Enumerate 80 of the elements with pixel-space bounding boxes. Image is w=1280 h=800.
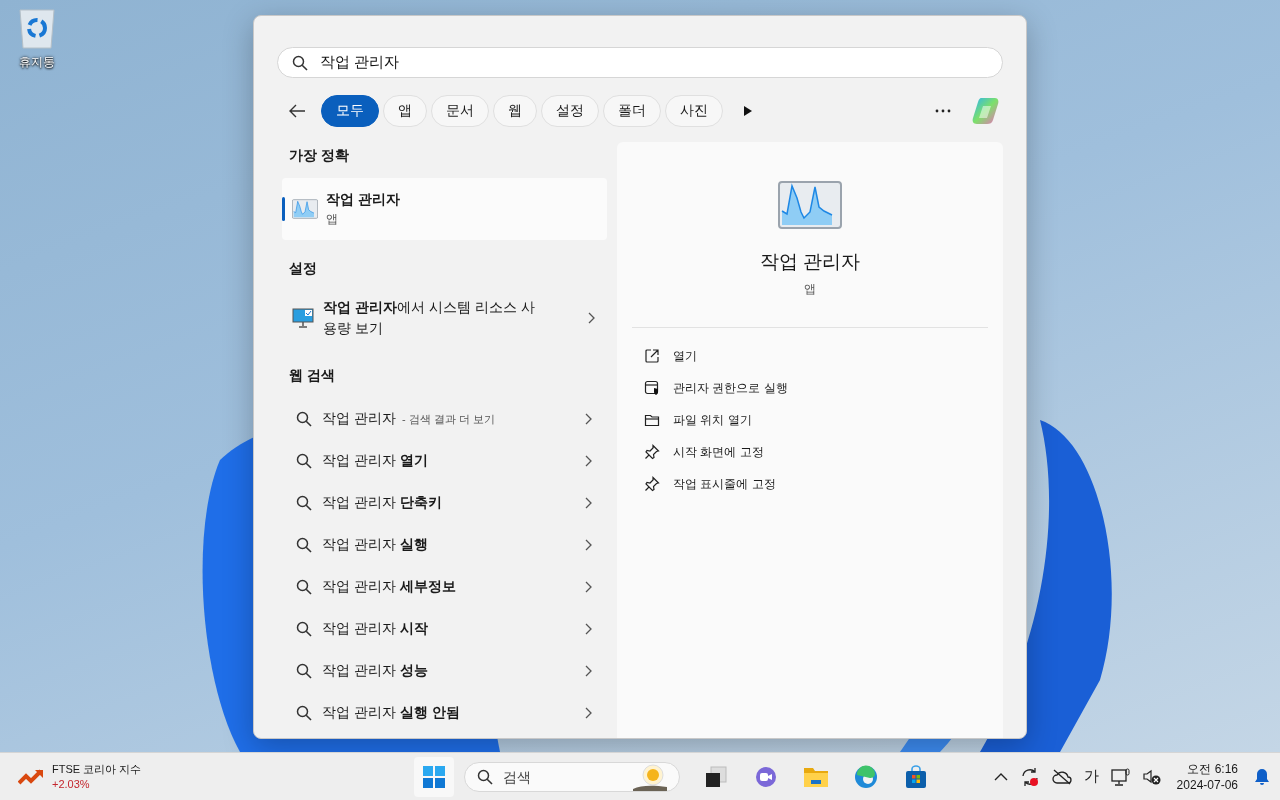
action-item[interactable]: 파일 위치 열기 bbox=[632, 404, 988, 436]
filter-tab[interactable]: 웹 bbox=[493, 95, 537, 127]
chevron-right-icon bbox=[584, 539, 592, 551]
chevron-right-icon bbox=[584, 665, 592, 677]
more-results-hint: - 검색 결과 더 보기 bbox=[401, 411, 495, 427]
result-type: 앱 bbox=[326, 210, 339, 228]
chevron-right-icon bbox=[587, 312, 595, 324]
action-item[interactable]: 관리자 권한으로 실행 bbox=[632, 372, 988, 404]
filter-tab[interactable]: 사진 bbox=[665, 95, 723, 127]
taskbar-search-input[interactable]: 검색 bbox=[503, 768, 623, 785]
task-manager-icon bbox=[292, 199, 318, 219]
clock[interactable]: 오전 6:16 2024-07-06 bbox=[1172, 760, 1242, 793]
web-search-suggestion[interactable]: 작업 관리자 세부정보 bbox=[322, 578, 456, 596]
chat-icon[interactable] bbox=[754, 764, 778, 789]
search-icon bbox=[296, 453, 312, 469]
pin-icon bbox=[644, 476, 660, 492]
filter-tab[interactable]: 설정 bbox=[541, 95, 599, 127]
search-icon bbox=[292, 54, 308, 71]
search-input[interactable]: 작업 관리자 bbox=[320, 54, 988, 71]
filter-tab[interactable]: 모두 bbox=[321, 95, 379, 127]
best-match-result[interactable]: 작업 관리자 앱 bbox=[282, 178, 607, 240]
filter-tab[interactable]: 앱 bbox=[383, 95, 427, 127]
app-type: 앱 bbox=[804, 281, 816, 298]
sync-alert-icon[interactable] bbox=[1019, 766, 1040, 787]
search-icon bbox=[296, 537, 312, 553]
widget-change: +2.03% bbox=[52, 776, 91, 792]
recycle-bin-icon[interactable] bbox=[18, 8, 56, 50]
windows-logo-icon[interactable] bbox=[423, 765, 445, 788]
folder-icon bbox=[644, 412, 660, 428]
sun-landscape-icon bbox=[633, 762, 669, 791]
section-heading: 웹 검색 bbox=[288, 366, 336, 385]
web-search-suggestion[interactable]: 작업 관리자 실행 bbox=[322, 536, 428, 554]
web-search-suggestion[interactable]: 작업 관리자 시작 bbox=[322, 620, 428, 638]
network-monitor-icon[interactable] bbox=[1110, 767, 1131, 786]
search-icon bbox=[296, 495, 312, 511]
input-method-indicator[interactable]: 가 bbox=[1083, 767, 1099, 786]
filter-tab[interactable]: 폴더 bbox=[603, 95, 661, 127]
search-icon bbox=[296, 705, 312, 721]
open-external-icon bbox=[644, 348, 660, 364]
pin-icon bbox=[644, 444, 660, 460]
section-heading: 설정 bbox=[288, 259, 318, 278]
chevron-right-icon bbox=[584, 581, 592, 593]
web-search-suggestion[interactable]: 작업 관리자 단축키 bbox=[322, 494, 442, 512]
web-search-suggestion[interactable]: 작업 관리자 실행 안됨 bbox=[322, 704, 460, 722]
action-item[interactable]: 시작 화면에 고정 bbox=[632, 436, 988, 468]
trend-chart-icon[interactable] bbox=[18, 768, 44, 785]
chevron-up-icon[interactable] bbox=[993, 771, 1008, 782]
section-heading: 가장 정확 bbox=[288, 146, 350, 165]
taskbar-search-bar[interactable]: 검색 bbox=[464, 761, 680, 792]
monitor-icon bbox=[292, 308, 314, 328]
speaker-muted-icon[interactable] bbox=[1142, 768, 1161, 785]
search-icon bbox=[296, 411, 312, 427]
notification-bell-icon[interactable] bbox=[1254, 767, 1270, 786]
app-title: 작업 관리자 bbox=[759, 250, 861, 274]
store-bag-icon[interactable] bbox=[904, 764, 928, 789]
search-icon bbox=[296, 621, 312, 637]
web-search-suggestion[interactable]: 작업 관리자 열기 bbox=[322, 452, 428, 470]
search-icon bbox=[477, 768, 493, 785]
chevron-right-icon bbox=[584, 707, 592, 719]
task-manager-icon bbox=[778, 181, 842, 229]
cloud-off-icon[interactable] bbox=[1051, 768, 1072, 785]
search-icon bbox=[296, 663, 312, 679]
result-title: 작업 관리자 bbox=[326, 190, 400, 209]
edge-browser-icon[interactable] bbox=[854, 764, 878, 789]
web-search-suggestion[interactable]: 작업 관리자 bbox=[322, 410, 396, 428]
chevron-right-icon bbox=[584, 623, 592, 635]
web-search-suggestion[interactable]: 작업 관리자 성능 bbox=[322, 662, 428, 680]
task-view-icon[interactable] bbox=[704, 764, 728, 789]
chevron-right-icon bbox=[584, 413, 592, 425]
window-shield-icon bbox=[644, 380, 660, 396]
settings-result[interactable]: 작업 관리자에서 시스템 리소스 사용량 보기 bbox=[323, 297, 545, 339]
filter-tab[interactable]: 문서 bbox=[431, 95, 489, 127]
action-item[interactable]: 작업 표시줄에 고정 bbox=[632, 468, 988, 500]
widget-title[interactable]: FTSE 코리아 지수 bbox=[52, 761, 142, 777]
search-icon bbox=[296, 579, 312, 595]
chevron-right-icon bbox=[584, 497, 592, 509]
search-bar[interactable]: 작업 관리자 bbox=[277, 47, 1003, 78]
chevron-right-icon bbox=[584, 455, 592, 467]
action-item[interactable]: 열기 bbox=[632, 340, 988, 372]
start-button[interactable] bbox=[414, 756, 454, 797]
